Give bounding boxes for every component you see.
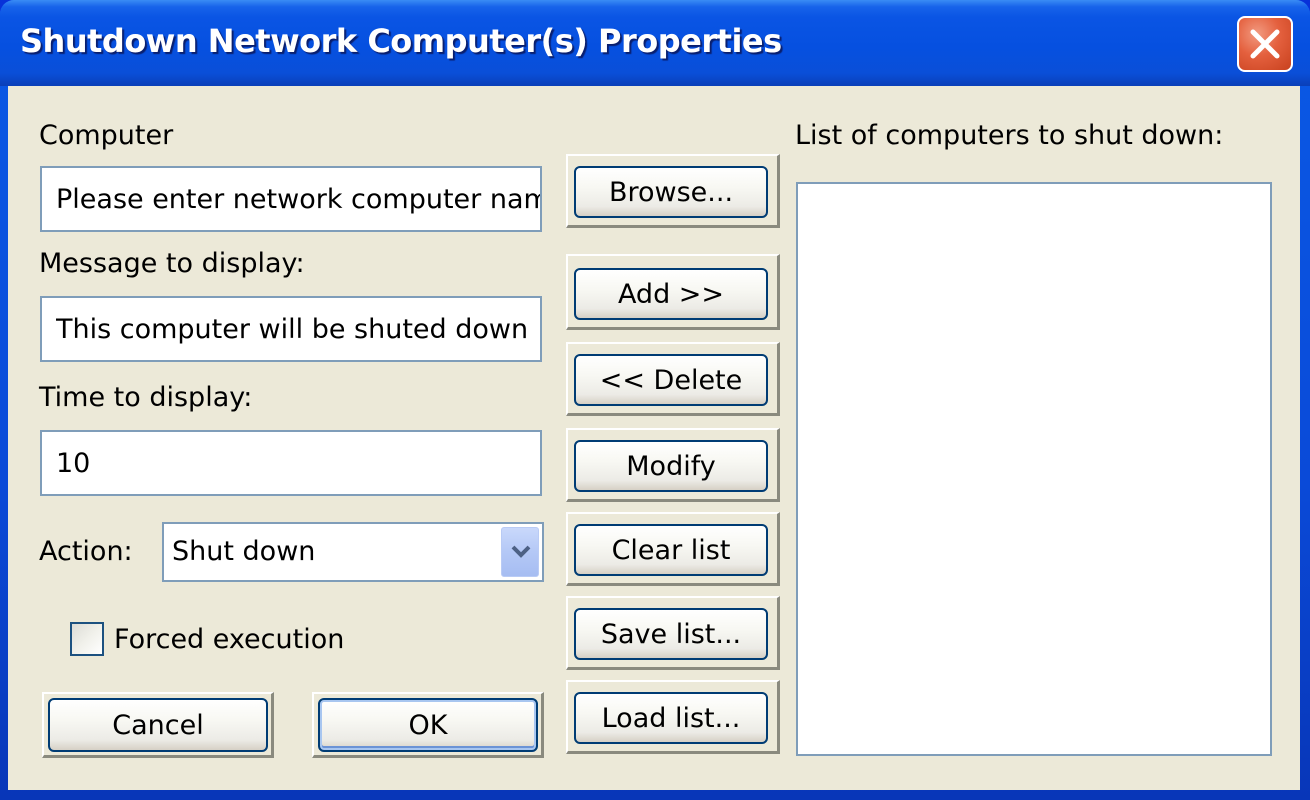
cancel-button[interactable]: Cancel bbox=[48, 698, 268, 752]
action-selected-value: Shut down bbox=[172, 536, 316, 567]
message-input[interactable] bbox=[40, 296, 542, 362]
cancel-button-frame: Cancel bbox=[42, 692, 274, 758]
load-list-button-frame: Load list... bbox=[566, 680, 780, 754]
save-list-button[interactable]: Save list... bbox=[574, 608, 768, 660]
modify-button[interactable]: Modify bbox=[574, 440, 768, 492]
save-list-button-frame: Save list... bbox=[566, 596, 780, 670]
computer-list-label: List of computers to shut down: bbox=[795, 120, 1224, 151]
forced-execution-label[interactable]: Forced execution bbox=[114, 624, 344, 655]
modify-button-frame: Modify bbox=[566, 428, 780, 502]
delete-button-frame: << Delete bbox=[566, 342, 780, 416]
add-button-frame: Add >> bbox=[566, 254, 780, 330]
action-dropdown[interactable]: Shut down bbox=[162, 522, 544, 582]
ok-button[interactable]: OK bbox=[318, 698, 538, 752]
dialog-body: Computer Message to display: Time to dis… bbox=[8, 86, 1300, 790]
computer-label: Computer bbox=[39, 120, 174, 151]
clear-list-button-frame: Clear list bbox=[566, 512, 780, 586]
computer-list[interactable] bbox=[796, 182, 1272, 756]
action-label: Action: bbox=[39, 536, 133, 567]
browse-button-frame: Browse... bbox=[566, 154, 780, 228]
forced-execution-checkbox[interactable] bbox=[70, 622, 104, 656]
time-label: Time to display: bbox=[39, 382, 253, 413]
computer-name-input[interactable] bbox=[40, 166, 542, 232]
load-list-button[interactable]: Load list... bbox=[574, 692, 768, 744]
message-label: Message to display: bbox=[39, 248, 305, 279]
time-input[interactable] bbox=[40, 430, 542, 496]
close-icon bbox=[1250, 29, 1280, 59]
dropdown-arrow-button[interactable] bbox=[501, 527, 539, 577]
ok-button-frame: OK bbox=[312, 692, 544, 758]
window-title: Shutdown Network Computer(s) Properties bbox=[20, 22, 782, 60]
title-bar[interactable]: Shutdown Network Computer(s) Properties bbox=[0, 0, 1310, 86]
browse-button[interactable]: Browse... bbox=[574, 166, 768, 218]
add-button[interactable]: Add >> bbox=[574, 268, 768, 320]
dialog-window: Shutdown Network Computer(s) Properties … bbox=[0, 0, 1310, 800]
close-button[interactable] bbox=[1237, 16, 1293, 72]
delete-button[interactable]: << Delete bbox=[574, 354, 768, 406]
chevron-down-icon bbox=[511, 545, 531, 558]
clear-list-button[interactable]: Clear list bbox=[574, 524, 768, 576]
